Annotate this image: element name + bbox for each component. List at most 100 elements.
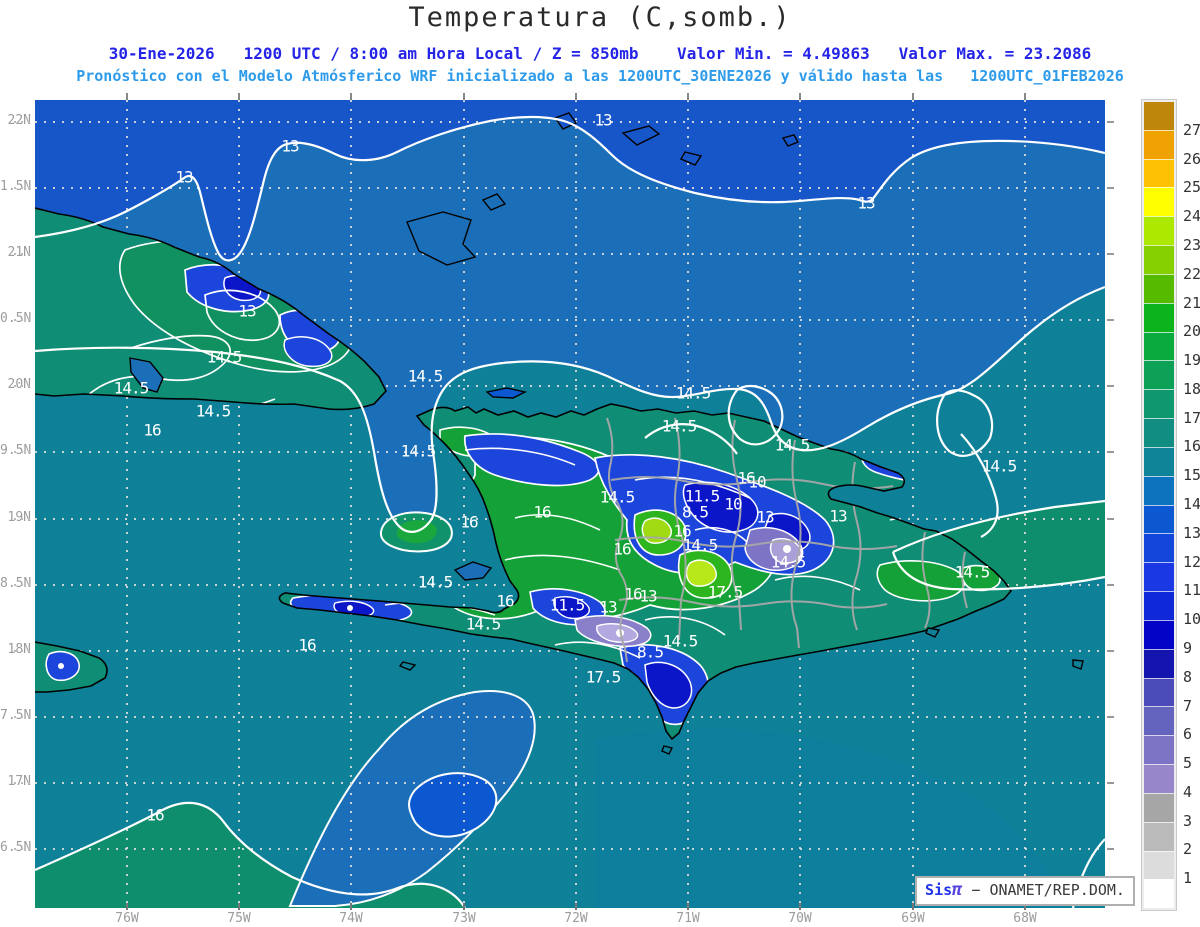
colorbar-cell-2-3 xyxy=(1144,821,1174,851)
colorbar-tick-label: 4 xyxy=(1183,782,1193,801)
colorbar-tick-label: 8 xyxy=(1183,667,1193,686)
colorbar-tick-label: 12 xyxy=(1183,552,1200,571)
colorbar-cell-5-6 xyxy=(1144,735,1174,765)
lon-tick-top xyxy=(575,93,577,100)
lon-tick-label: 68W xyxy=(1013,911,1037,926)
colorbar-cell-16-17 xyxy=(1144,418,1174,447)
model-init-line: Pronóstico con el Modelo Atmósferico WRF… xyxy=(76,67,1124,85)
lon-tick-bottom xyxy=(687,903,689,910)
colorbar-cell-20-21 xyxy=(1144,302,1174,332)
colorbar-cell-1-2 xyxy=(1144,850,1174,880)
lon-tick-bottom xyxy=(126,903,128,910)
lon-tick-top xyxy=(238,93,240,100)
colorbar-cell-6-7 xyxy=(1144,706,1174,736)
colorbar-tick-label: 2 xyxy=(1183,840,1193,859)
lon-tick-label: 75W xyxy=(227,911,251,926)
lon-tick-bottom xyxy=(350,903,352,910)
lon-tick-label: 69W xyxy=(901,911,925,926)
colorbar-cell-10-11 xyxy=(1144,591,1174,620)
lat-tick-right xyxy=(1107,253,1114,255)
colorbar-tick-label: 26 xyxy=(1183,149,1200,168)
lat-tick-right xyxy=(1107,848,1114,850)
lon-tick-label: 76W xyxy=(115,911,139,926)
valid-time-line: 30-Ene-2026 1200 UTC / 8:00 am Hora Loca… xyxy=(108,44,1092,63)
lat-tick-dots xyxy=(14,650,34,652)
sispi-logo-pi-icon: π xyxy=(952,880,963,900)
lon-tick-label: 73W xyxy=(452,911,476,926)
colorbar-tick-label: 9 xyxy=(1183,638,1193,657)
lat-tick-right xyxy=(1107,518,1114,520)
colorbar-tick-label: 7 xyxy=(1183,696,1193,715)
lat-tick-right xyxy=(1107,121,1114,123)
colorbar-cell-17-18 xyxy=(1144,389,1174,419)
lon-tick-bottom xyxy=(238,903,240,910)
colorbar-cell-25-26 xyxy=(1144,158,1174,188)
lon-tick-top xyxy=(463,93,465,100)
colorbar-tick-label: 19 xyxy=(1183,351,1200,370)
colorbar-tick-label: 22 xyxy=(1183,264,1200,283)
lat-tick-dots xyxy=(14,782,34,784)
lon-tick-label: 71W xyxy=(676,911,700,926)
colorbar-tick-label: 16 xyxy=(1183,437,1200,456)
lon-tick-bottom xyxy=(799,903,801,910)
colorbar-tick-label: 18 xyxy=(1183,379,1200,398)
colorbar-cell-21-22 xyxy=(1144,273,1174,303)
colorbar-tick-label: 6 xyxy=(1183,725,1193,744)
colorbar-cell-24-25 xyxy=(1144,187,1174,217)
map-canvas: 13 13 13 13 13 14.5 14.5 14.5 14.5 14.5 14.5 14.5 14… xyxy=(35,100,1105,908)
lat-tick-right xyxy=(1107,584,1114,586)
lon-tick-top xyxy=(1024,93,1026,100)
colorbar-tick-label: 20 xyxy=(1183,322,1200,341)
colorbar-cell-8-9 xyxy=(1144,648,1174,678)
colorbar-cell-22-23 xyxy=(1144,245,1174,274)
colorbar-tick-label: 5 xyxy=(1183,754,1193,773)
colorbar-tick-label: 21 xyxy=(1183,293,1200,312)
colorbar-cell-<1 xyxy=(1144,879,1174,909)
colorbar-tick-label: 27 xyxy=(1183,120,1200,139)
colorbar-tick-label: 14 xyxy=(1183,495,1200,513)
colorbar-tick-label: 15 xyxy=(1183,466,1200,485)
lat-tick-dots xyxy=(14,518,34,520)
colorbar-cell-26-27 xyxy=(1144,129,1174,159)
lat-tick-right xyxy=(1107,650,1114,652)
lat-tick-dots xyxy=(14,451,34,453)
lon-tick-top xyxy=(350,93,352,100)
lon-tick-top xyxy=(687,93,689,100)
colorbar-cell-14-15 xyxy=(1144,475,1174,505)
lon-tick-top xyxy=(126,93,128,100)
page-title: Temperatura (C,somb.) xyxy=(408,2,792,33)
lon-tick-top xyxy=(912,93,914,100)
colorbar-tick-label: 11 xyxy=(1183,581,1200,600)
colorbar-cell-9-10 xyxy=(1144,619,1174,649)
colorbar-tick-label: 23 xyxy=(1183,235,1200,254)
sispi-branding-box: Sisπ − ONAMET/REP.DOM. xyxy=(915,876,1135,906)
lon-tick-bottom xyxy=(463,903,465,910)
lon-tick-label: 72W xyxy=(564,911,588,926)
lat-tick-dots xyxy=(14,716,34,718)
lat-tick-dots xyxy=(14,319,34,321)
colorbar xyxy=(1141,99,1177,911)
lat-tick-dots xyxy=(14,584,34,586)
colorbar-cell-11-12 xyxy=(1144,562,1174,592)
lon-tick-label: 74W xyxy=(339,911,363,926)
colorbar-cell-12-13 xyxy=(1144,533,1174,563)
lon-tick-bottom xyxy=(912,903,914,910)
lat-tick-dots xyxy=(14,121,34,123)
lon-tick-label: 70W xyxy=(788,911,812,926)
colorbar-cell-18-19 xyxy=(1144,360,1174,390)
lon-tick-top xyxy=(799,93,801,100)
colorbar-cell->27 xyxy=(1144,102,1174,130)
colorbar-cell-15-16 xyxy=(1144,446,1174,476)
lat-tick-dots xyxy=(14,187,34,189)
sispi-logo-sis: Sis xyxy=(925,881,953,899)
colorbar-tick-label: 3 xyxy=(1183,811,1193,830)
lat-tick-right xyxy=(1107,451,1114,453)
weather-map-figure: Temperatura (C,somb.) 30-Ene-2026 1200 U… xyxy=(0,0,1200,927)
colorbar-tick-label: 25 xyxy=(1183,178,1200,197)
lat-tick-right xyxy=(1107,385,1114,387)
lat-tick-right xyxy=(1107,716,1114,718)
colorbar-tick-label: 10 xyxy=(1183,610,1200,629)
colorbar-cell-7-8 xyxy=(1144,677,1174,707)
colorbar-cell-23-24 xyxy=(1144,216,1174,246)
colorbar-tick-label: 1 xyxy=(1183,869,1193,888)
